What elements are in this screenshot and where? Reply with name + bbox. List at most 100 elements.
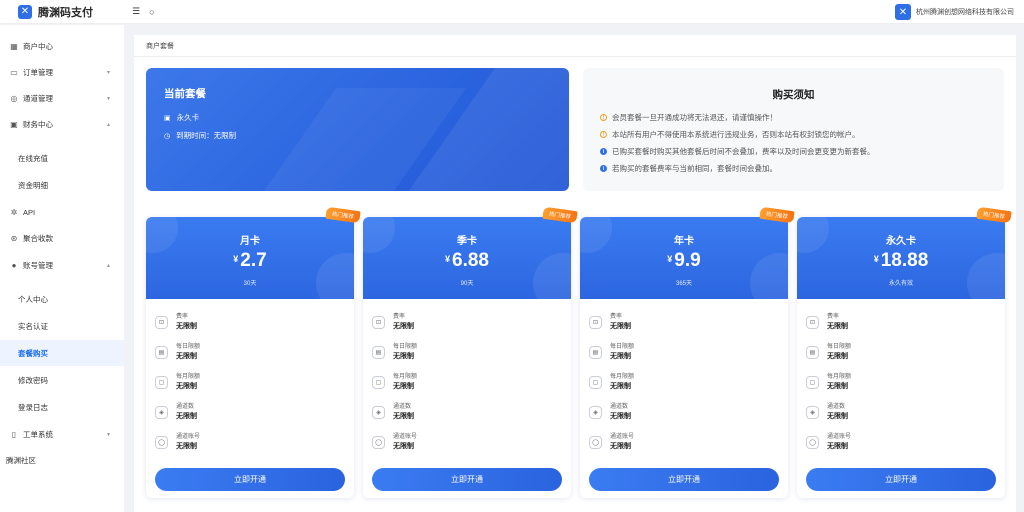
sidebar-item-profile[interactable]: 个人中心 <box>0 286 124 312</box>
sidebar-item-label: 在线充值 <box>18 153 48 163</box>
buy-now-button[interactable]: 立即开通 <box>372 468 562 491</box>
feature-label: 费率 <box>176 314 189 320</box>
chevron-down-icon: ▾ <box>106 95 110 102</box>
plan-card-monthly: 月卡 ¥2.7 30天 热门推荐 ⊡ 费率 无限制 ▤ 每日限额 无限制 ▢ 每月限额 无限… <box>146 206 361 498</box>
search-icon[interactable]: ○ <box>149 7 154 17</box>
sidebar-item-label: 账号管理 <box>23 260 53 270</box>
current-plan-name-row: ▣ 永久卡 <box>164 112 199 123</box>
plan-name: 永久卡 <box>886 236 916 247</box>
plan-duration: 365天 <box>675 281 692 287</box>
clock-icon: ◷ <box>164 132 171 140</box>
plan-name: 季卡 <box>457 236 477 247</box>
sidebar-item-label: 通道管理 <box>23 93 53 103</box>
notice-text: 本站所有用户不得使用本系统进行违规业务，否则本站有权封锁您的帐户。 <box>612 130 860 139</box>
collect-icon: ⊛ <box>10 233 18 243</box>
warning-icon: ! <box>600 114 607 121</box>
account-icon: ◯ <box>155 435 168 449</box>
feature-label: 通道账号 <box>610 434 635 440</box>
feature-row: ▢ 每月限额 无限制 <box>589 371 634 393</box>
sidebar-item-api[interactable]: ✲ API <box>0 199 124 225</box>
plan-price-value: 18.88 <box>880 250 929 271</box>
brand[interactable]: ✕ 腾渊码支付 <box>0 4 124 20</box>
plan-card-lifetime: 永久卡 ¥18.88 永久有效 热门推荐 ⊡ 费率 无限制 ▤ 每日限额 无限制 ▢ 每月… <box>797 206 1012 498</box>
buy-now-button[interactable]: 立即开通 <box>806 468 996 491</box>
feature-value: 无限制 <box>393 443 414 450</box>
feature-row: ▢ 每月限额 无限制 <box>806 371 851 393</box>
monthly-limit-icon: ▢ <box>806 375 819 389</box>
sidebar-item-label: 订单管理 <box>23 67 53 77</box>
sidebar-item-community[interactable]: 腾渊社区 <box>0 447 124 473</box>
feature-label: 费率 <box>610 314 623 320</box>
notice-text: 若购买的套餐费率与当前相同，套餐时间会叠加。 <box>612 164 777 173</box>
chevron-down-icon: ▾ <box>106 431 110 438</box>
grid-icon: ▦ <box>10 41 18 51</box>
monthly-limit-icon: ▢ <box>589 375 602 389</box>
feature-value: 无限制 <box>393 323 414 330</box>
current-plan-expire: 到期时间：无限制 <box>176 131 237 140</box>
breadcrumb-label: 商户套餐 <box>146 42 174 50</box>
company-logo-icon: ✕ <box>895 4 911 20</box>
company-name: 杭州腾渊创想网络科技有限公司 <box>916 9 1014 16</box>
company-info[interactable]: ✕ 杭州腾渊创想网络科技有限公司 <box>895 4 1014 20</box>
sidebar-item-finance[interactable]: ▣ 财务中心 ▴ <box>0 111 124 137</box>
sidebar-item-password[interactable]: 修改密码 <box>0 367 124 393</box>
plan-price: ¥18.88 <box>797 250 1005 272</box>
sidebar-item-label: 个人中心 <box>18 294 48 304</box>
account-icon: ◯ <box>372 435 385 449</box>
feature-label: 通道数 <box>176 404 195 410</box>
current-plan-title: 当前套餐 <box>164 88 206 100</box>
chevron-up-icon: ▴ <box>106 262 110 269</box>
menu-toggle-icon[interactable]: ☰ <box>132 6 140 17</box>
sidebar-item-label: 登录日志 <box>18 402 48 412</box>
sidebar-item-verify[interactable]: 实名认证 <box>0 313 124 339</box>
sidebar: ▦ 商户中心 ▭ 订单管理 ▾ ◎ 通道管理 ▾ ▣ 财务中心 ▴ 在线充值 资… <box>0 25 124 512</box>
notice-text: 已购买套餐时购买其他套餐后时间不会叠加，费率以及时间会更变更为新套餐。 <box>612 147 875 156</box>
feature-label: 通道数 <box>610 404 629 410</box>
feature-label: 费率 <box>827 314 840 320</box>
feature-value: 无限制 <box>176 323 197 330</box>
sidebar-item-login-log[interactable]: 登录日志 <box>0 394 124 420</box>
feature-value: 无限制 <box>610 443 631 450</box>
buy-now-button[interactable]: 立即开通 <box>155 468 345 491</box>
sidebar-item-merchant-center[interactable]: ▦ 商户中心 <box>0 33 124 59</box>
notice-text: 会员套餐一旦开通成功将无法退还，请谨慎操作！ <box>612 113 777 122</box>
warning-icon: ! <box>600 131 607 138</box>
sidebar-item-plan-purchase[interactable]: 套餐购买 <box>0 340 124 366</box>
sidebar-item-account[interactable]: ● 账号管理 ▴ <box>0 252 124 278</box>
sidebar-item-channels[interactable]: ◎ 通道管理 ▾ <box>0 85 124 111</box>
sidebar-item-label: 套餐购买 <box>18 348 48 358</box>
api-icon: ✲ <box>10 207 18 217</box>
feature-row: ⊡ 费率 无限制 <box>372 311 414 333</box>
plan-name: 年卡 <box>674 236 694 247</box>
sidebar-item-funds[interactable]: 资金明细 <box>0 172 124 198</box>
notice-item: ! 会员套餐一旦开通成功将无法退还，请谨慎操作！ <box>600 112 777 123</box>
feature-label: 每月限额 <box>176 374 201 380</box>
chevron-up-icon: ▴ <box>106 121 110 128</box>
sidebar-item-recharge[interactable]: 在线充值 <box>0 145 124 171</box>
sidebar-item-label: 商户中心 <box>23 41 53 51</box>
sidebar-item-orders[interactable]: ▭ 订单管理 ▾ <box>0 59 124 85</box>
sidebar-item-tickets[interactable]: ▯ 工单系统 ▾ <box>0 421 124 447</box>
currency-symbol: ¥ <box>445 254 451 264</box>
plan-price-value: 9.9 <box>674 250 701 271</box>
feature-row: ▢ 每月限额 无限制 <box>372 371 417 393</box>
feature-row: ◯ 通道账号 无限制 <box>589 431 634 453</box>
rate-icon: ⊡ <box>806 315 819 329</box>
feature-value: 无限制 <box>827 443 848 450</box>
plan-card-yearly: 年卡 ¥9.9 365天 热门推荐 ⊡ 费率 无限制 ▤ 每日限额 无限制 ▢ 每月限额无… <box>580 206 795 498</box>
buy-now-button[interactable]: 立即开通 <box>589 468 779 491</box>
daily-limit-icon: ▤ <box>372 345 385 359</box>
channel-count-icon: ◈ <box>806 405 819 419</box>
sidebar-item-aggregate[interactable]: ⊛ 聚合收款 <box>0 225 124 251</box>
plan-name: 月卡 <box>240 236 260 247</box>
sidebar-item-label: 工单系统 <box>23 429 53 439</box>
current-plan-expire-row: ◷ 到期时间：无限制 <box>164 130 236 141</box>
feature-value: 无限制 <box>610 353 631 360</box>
user-icon: ● <box>11 260 17 270</box>
current-plan-card: 当前套餐 ▣ 永久卡 ◷ 到期时间：无限制 <box>146 68 569 191</box>
channel-icon: ◎ <box>10 93 18 103</box>
feature-row: ◯ 通道账号 无限制 <box>806 431 851 453</box>
channel-count-icon: ◈ <box>589 405 602 419</box>
plan-price: ¥6.88 <box>363 250 571 272</box>
feature-label: 通道数 <box>827 404 846 410</box>
